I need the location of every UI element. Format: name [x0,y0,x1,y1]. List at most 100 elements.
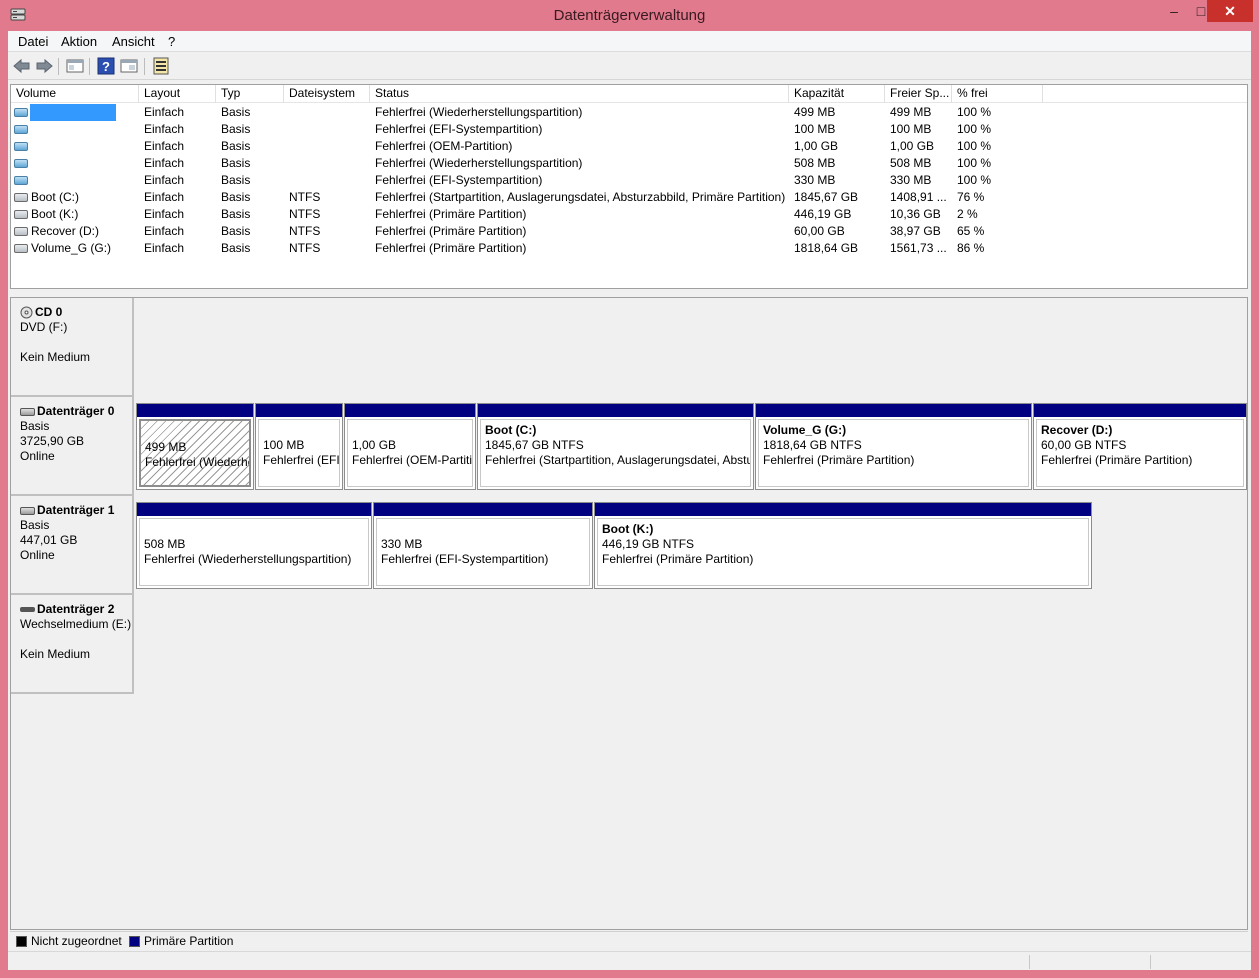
cd-drive-icon [20,306,33,319]
volume-row[interactable]: Einfach Basis Fehlerfrei (EFI-Systempartit… [11,121,1247,138]
partition-status: Fehlerfrei (Primäre Partition) [1041,453,1193,467]
partition-title: Volume_G (G:) [763,423,847,437]
partition-title: Recover (D:) [1041,423,1113,437]
cell-status: Fehlerfrei (Primäre Partition) [375,207,527,221]
column-header-prozent-frei[interactable]: % frei [952,85,1043,103]
column-header-freier-speicher[interactable]: Freier Sp... [885,85,952,103]
status-bar [8,951,1251,970]
partition-content: 499 MB Fehlerfrei (Wiederherstellungspar… [139,419,251,487]
menu-datei[interactable]: Datei [18,34,48,49]
disk-body-cd0 [136,298,1247,397]
cell-typ: Basis [221,207,251,221]
partition-status: Fehlerfrei (Wiederherstellungspartition) [144,552,352,566]
cell-freier-speicher: 499 MB [890,105,932,119]
cell-typ: Basis [221,105,251,119]
volume-drive-icon [14,159,28,168]
disk-name: Datenträger 1 [37,503,115,517]
legend-label-primary: Primäre Partition [144,934,234,948]
column-header-status[interactable]: Status [370,85,789,103]
column-header-typ[interactable]: Typ [216,85,284,103]
cell-layout: Einfach [144,139,185,153]
cell-prozent-frei: 65 % [957,224,985,238]
partition-boot-k[interactable]: Boot (K:) 446,19 GB NTFS Fehlerfrei (Pri… [594,502,1092,589]
partition-status: Fehlerfrei (OEM-Partition) [352,453,473,467]
partition-content: 100 MB Fehlerfrei (EFI-Systempartition) [258,419,340,487]
cell-prozent-frei: 100 % [957,122,992,136]
disk-label-datentraeger-2[interactable]: Datenträger 2 Wechselmedium (E:) Kein Me… [11,595,134,694]
disk-body-datentraeger-1: 508 MB Fehlerfrei (Wiederherstellungspar… [136,496,1097,595]
cell-freier-speicher: 1,00 GB [890,139,935,153]
column-header-dateisystem[interactable]: Dateisystem [284,85,370,103]
partition-disk0-oem[interactable]: 1,00 GB Fehlerfrei (OEM-Partition) [344,403,476,490]
volume-row[interactable]: Einfach Basis Fehlerfrei (EFI-Systempartit… [11,172,1247,189]
cell-status: Fehlerfrei (Primäre Partition) [375,224,527,238]
forward-icon[interactable] [34,56,54,76]
partition-size: 100 MB [263,438,305,452]
cell-status: Fehlerfrei (EFI-Systempartition) [375,173,543,187]
volume-row[interactable]: Volume_G (G:) Einfach Basis NTFS Fehlerfrei … [11,240,1247,257]
partition-disk1-recovery[interactable]: 508 MB Fehlerfrei (Wiederherstellungspar… [136,502,372,589]
disk-label-datentraeger-1[interactable]: Datenträger 1 Basis 447,01 GB Online [11,496,134,595]
disk-body-datentraeger-0: 499 MB Fehlerfrei (Wiederherstellungspar… [136,397,1247,496]
volume-row[interactable]: Recover (D:) Einfach Basis NTFS Fehlerfrei (… [11,223,1247,240]
cell-kapazitaet: 1,00 GB [794,139,839,153]
cell-dateisystem: NTFS [289,224,321,238]
cell-status: Fehlerfrei (Wiederherstellungspartition) [375,105,583,119]
menu-aktion[interactable]: Aktion [61,34,97,49]
column-header-kapazitaet[interactable]: Kapazität [789,85,885,103]
partition-status: Fehlerfrei (Startpartition, Auslagerungs… [485,453,750,467]
column-header-volume[interactable]: Volume [11,85,139,103]
cell-freier-speicher: 10,36 GB [890,207,941,221]
cell-status: Fehlerfrei (Wiederherstellungspartition) [375,156,583,170]
menu-ansicht[interactable]: Ansicht [112,34,155,49]
volume-row[interactable]: Einfach Basis Fehlerfrei (Wiederherstellun… [11,104,1247,121]
cell-typ: Basis [221,173,251,187]
partition-size: 60,00 GB NTFS [1041,438,1127,452]
partition-disk0-efi[interactable]: 100 MB Fehlerfrei (EFI-Systempartition) [255,403,343,490]
toolbar-separator [58,58,59,75]
partition-recover-d[interactable]: Recover (D:) 60,00 GB NTFS Fehlerfrei (P… [1033,403,1247,490]
cell-layout: Einfach [144,190,185,204]
cell-volume [30,104,116,121]
partition-bar [345,404,475,417]
volume-row[interactable]: Boot (C:) Einfach Basis NTFS Fehlerfrei (Sta… [11,189,1247,206]
volume-row[interactable]: Einfach Basis Fehlerfrei (Wiederherstellun… [11,155,1247,172]
partition-title: Boot (C:) [485,423,537,437]
cell-kapazitaet: 1845,67 GB [794,190,859,204]
cell-typ: Basis [221,156,251,170]
disk-settings-icon[interactable] [151,56,171,76]
volume-row[interactable]: Boot (K:) Einfach Basis NTFS Fehlerfrei (Pri… [11,206,1247,223]
properties-icon[interactable] [119,56,139,76]
cell-prozent-frei: 76 % [957,190,985,204]
hard-disk-icon [20,506,35,515]
volume-drive-icon [14,125,28,134]
partition-volume-g[interactable]: Volume_G (G:) 1818,64 GB NTFS Fehlerfrei… [755,403,1032,490]
partition-disk1-efi[interactable]: 330 MB Fehlerfrei (EFI-Systempartition) [373,502,593,589]
disk-label-datentraeger-0[interactable]: Datenträger 0 Basis 3725,90 GB Online [11,397,134,496]
cell-typ: Basis [221,139,251,153]
menu-help[interactable]: ? [168,34,175,49]
cell-layout: Einfach [144,241,185,255]
console-tree-icon[interactable] [65,56,85,76]
minimize-button[interactable]: – [1160,0,1188,22]
close-button[interactable]: ✕ [1207,0,1253,22]
disk-line: DVD (F:) [20,320,68,334]
volume-row[interactable]: Einfach Basis Fehlerfrei (OEM-Partition) 1,… [11,138,1247,155]
svg-text:?: ? [102,59,110,74]
cell-status: Fehlerfrei (Startpartition, Auslagerungs… [375,190,786,204]
partition-disk0-recovery[interactable]: 499 MB Fehlerfrei (Wiederherstellungspar… [136,403,254,490]
partition-content: Boot (C:) 1845,67 GB NTFS Fehlerfrei (St… [480,419,751,487]
help-icon[interactable]: ? [96,56,116,76]
cell-layout: Einfach [144,156,185,170]
cell-freier-speicher: 508 MB [890,156,932,170]
legend-swatch-unallocated [16,936,27,947]
partition-boot-c[interactable]: Boot (C:) 1845,67 GB NTFS Fehlerfrei (St… [477,403,754,490]
back-icon[interactable] [12,56,32,76]
disk-line: Online [20,548,55,562]
cell-volume [31,121,131,138]
disk-label-cd0[interactable]: CD 0 DVD (F:) Kein Medium [11,298,134,397]
cell-volume [31,155,131,172]
cell-status: Fehlerfrei (EFI-Systempartition) [375,122,543,136]
cell-status: Fehlerfrei (OEM-Partition) [375,139,513,153]
column-header-layout[interactable]: Layout [139,85,216,103]
